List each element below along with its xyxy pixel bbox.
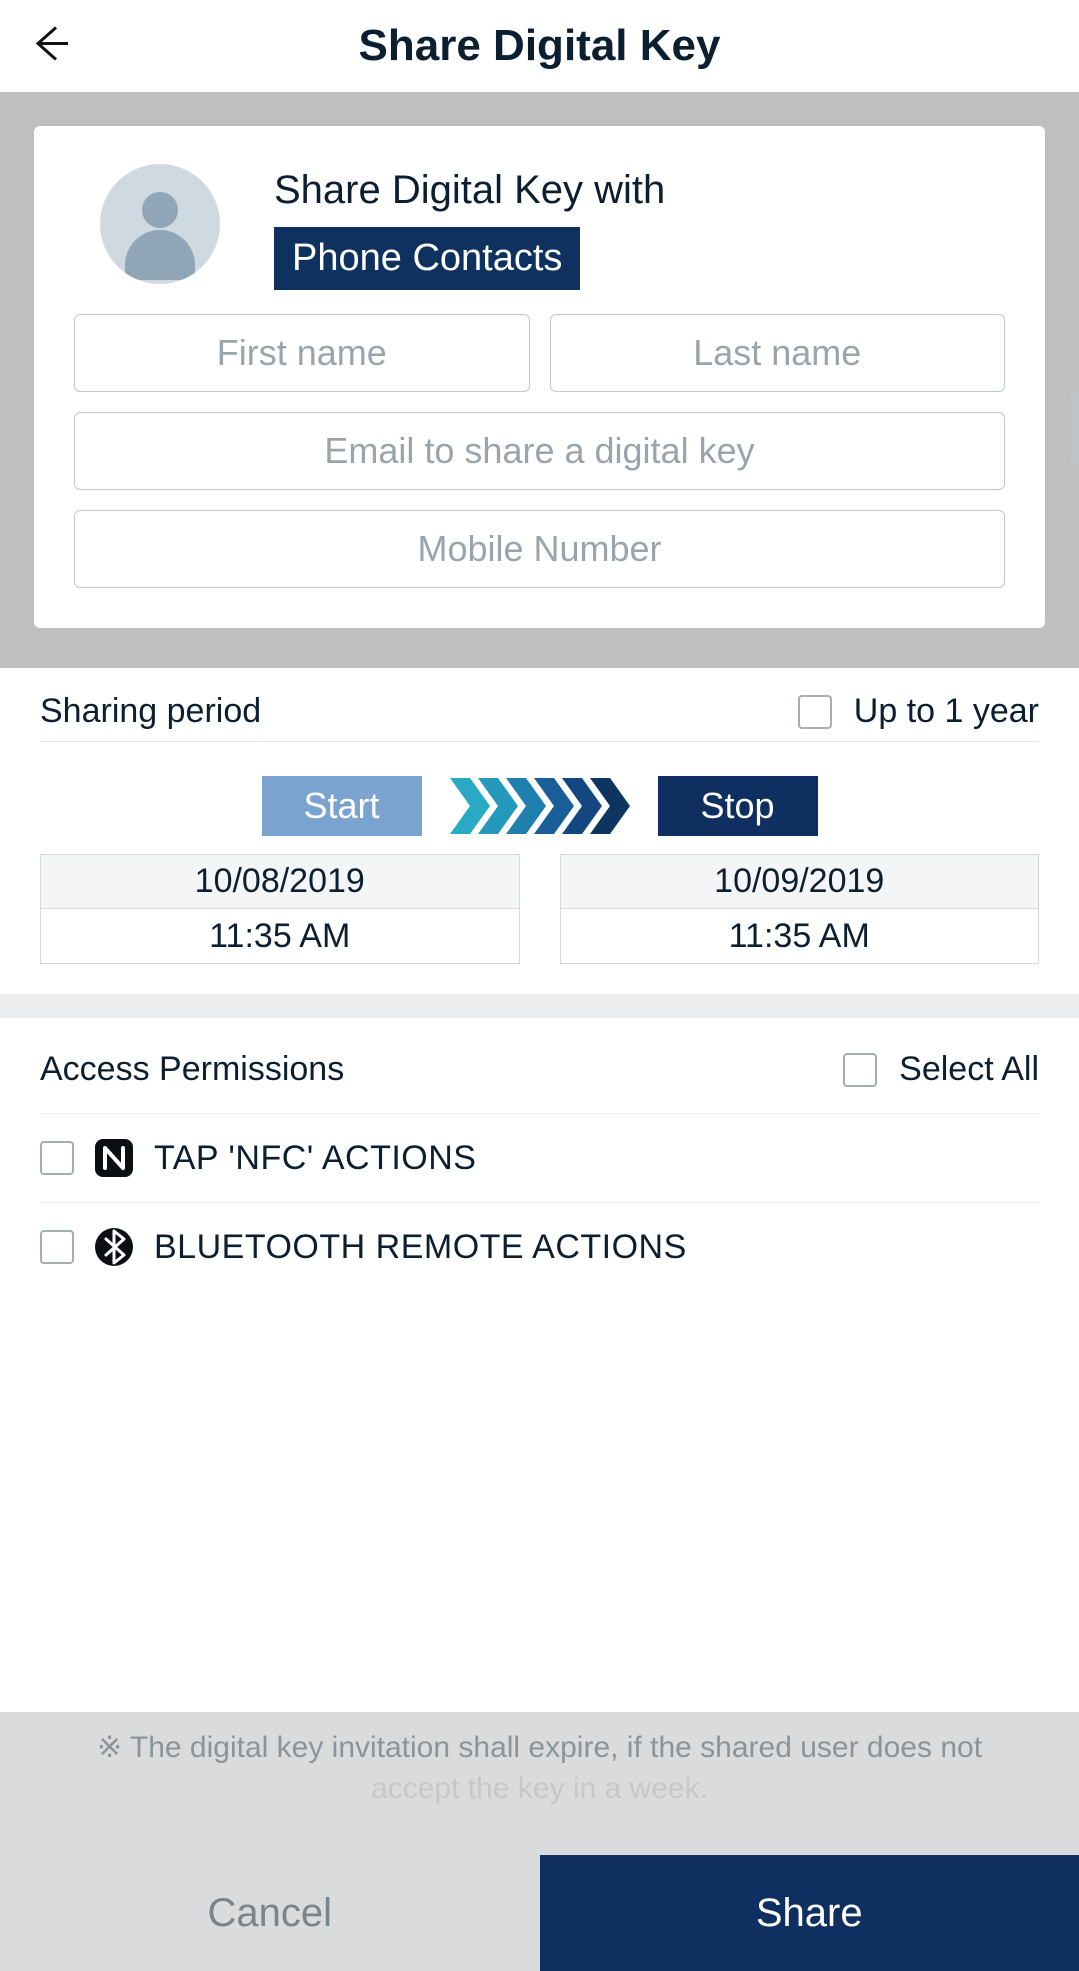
start-datetime[interactable]: 10/08/2019 11:35 AM (40, 854, 520, 964)
disclaimer-line-1: ※ The digital key invitation shall expir… (97, 1731, 982, 1764)
back-button[interactable] (28, 22, 72, 71)
page-title: Share Digital Key (359, 21, 721, 71)
back-arrow-icon (28, 22, 72, 66)
email-field[interactable] (75, 430, 1004, 472)
app-header: Share Digital Key (0, 0, 1079, 92)
first-name-field-wrap (74, 314, 530, 392)
contact-card: Share Digital Key with Phone Contacts (34, 126, 1045, 628)
permission-bluetooth: BLUETOOTH REMOTE ACTIONS (40, 1202, 1039, 1291)
stop-time: 11:35 AM (561, 909, 1039, 963)
nfc-icon (94, 1138, 134, 1178)
permission-nfc: TAP 'NFC' ACTIONS (40, 1113, 1039, 1202)
upto-1-year-checkbox[interactable] (798, 695, 832, 729)
bluetooth-checkbox[interactable] (40, 1230, 74, 1264)
footer: ※ The digital key invitation shall expir… (0, 1712, 1079, 1971)
permissions-section: Access Permissions Select All TAP 'NFC' … (0, 1018, 1079, 1291)
first-name-field[interactable] (75, 332, 529, 374)
bluetooth-label: BLUETOOTH REMOTE ACTIONS (154, 1228, 687, 1267)
mobile-field[interactable] (75, 528, 1004, 570)
select-all-checkbox[interactable] (843, 1053, 877, 1087)
scroll-indicator (1071, 392, 1079, 464)
nfc-checkbox[interactable] (40, 1141, 74, 1175)
share-with-label: Share Digital Key with (274, 168, 665, 213)
cancel-button[interactable]: Cancel (0, 1855, 540, 1971)
select-all-label: Select All (899, 1050, 1039, 1089)
permissions-title: Access Permissions (40, 1050, 344, 1089)
stop-pill[interactable]: Stop (658, 776, 818, 836)
phone-contacts-button[interactable]: Phone Contacts (274, 227, 580, 290)
disclaimer-area: ※ The digital key invitation shall expir… (0, 1712, 1079, 1855)
stop-date: 10/09/2019 (561, 855, 1039, 909)
mobile-field-wrap (74, 510, 1005, 588)
bluetooth-icon (94, 1227, 134, 1267)
sharing-period-section: Sharing period Up to 1 year Start (0, 668, 1079, 994)
stop-datetime[interactable]: 10/09/2019 11:35 AM (560, 854, 1040, 964)
upto-1-year-label: Up to 1 year (854, 692, 1039, 731)
last-name-field[interactable] (551, 332, 1005, 374)
email-field-wrap (74, 412, 1005, 490)
start-pill[interactable]: Start (262, 776, 422, 836)
sharing-period-label: Sharing period (40, 692, 261, 731)
start-time: 11:35 AM (41, 909, 519, 963)
nfc-label: TAP 'NFC' ACTIONS (154, 1139, 477, 1178)
contact-card-backdrop: Share Digital Key with Phone Contacts (0, 92, 1079, 668)
arrow-chevrons-icon (450, 778, 630, 834)
section-gap (0, 994, 1079, 1018)
start-date: 10/08/2019 (41, 855, 519, 909)
last-name-field-wrap (550, 314, 1006, 392)
avatar (100, 164, 220, 284)
share-button[interactable]: Share (540, 1855, 1079, 1971)
disclaimer-line-2: accept the key in a week. (371, 1772, 708, 1805)
